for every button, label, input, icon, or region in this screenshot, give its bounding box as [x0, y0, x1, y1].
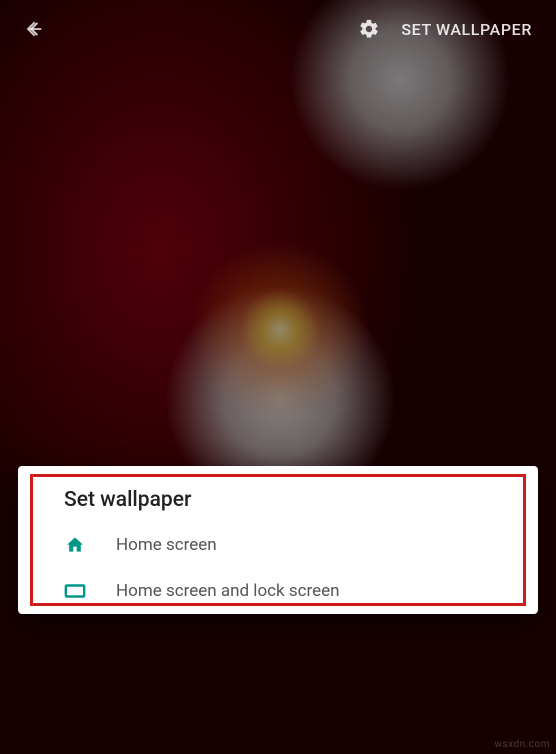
set-wallpaper-button[interactable]: SET WALLPAPER — [391, 12, 538, 47]
screen-icon — [64, 580, 86, 602]
gear-icon — [358, 18, 380, 40]
scrim-overlay — [0, 0, 556, 754]
option-label: Home screen — [116, 535, 217, 555]
option-label: Home screen and lock screen — [116, 581, 340, 601]
option-home-and-lock[interactable]: Home screen and lock screen — [18, 568, 538, 614]
top-app-bar: SET WALLPAPER — [0, 0, 556, 58]
settings-button[interactable] — [347, 7, 391, 51]
dialog-title: Set wallpaper — [18, 466, 538, 522]
set-wallpaper-dialog: Set wallpaper Home screen Home screen an… — [18, 466, 538, 614]
watermark-text: wsxdn.com — [494, 739, 550, 750]
back-button[interactable] — [14, 9, 54, 49]
home-icon — [64, 534, 86, 556]
option-home-screen[interactable]: Home screen — [18, 522, 538, 568]
